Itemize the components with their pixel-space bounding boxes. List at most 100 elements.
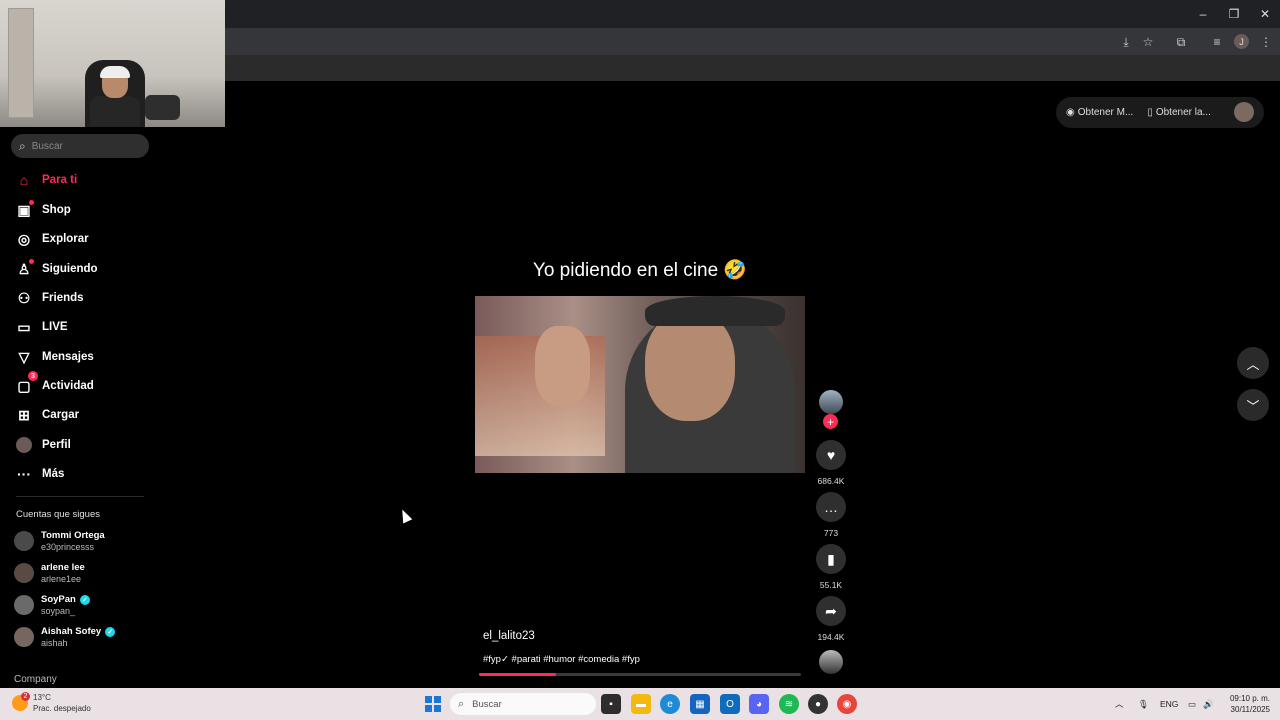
discord-icon[interactable]: ◕ [749, 694, 769, 714]
compass-icon: ◎ [17, 230, 31, 247]
screen: – ❐ ✕ ⤓ ☆ ⧉ ≡ J ⋮ ⌕ ⌂ Para ti ▣ Shop ◎ E… [0, 0, 1280, 720]
nav-label: Perfil [42, 439, 71, 451]
account-name: Tommi Ortega [41, 530, 105, 541]
nav-item-live[interactable]: ▭ LIVE [14, 316, 67, 338]
search-icon: ⌕ [19, 138, 26, 153]
previous-video-button[interactable]: ︿ [1237, 347, 1269, 379]
profile-avatar[interactable] [1234, 102, 1254, 122]
spotify-icon[interactable]: ≋ [779, 694, 799, 714]
save-button[interactable]: ▮ [816, 544, 846, 574]
nav-label: Siguiendo [42, 263, 98, 275]
bookmark-icon: ▮ [827, 550, 835, 567]
company-link[interactable]: Company [14, 674, 57, 685]
nav-item-mas[interactable]: ··· Más [14, 463, 64, 485]
maximize-button[interactable]: ❐ [1219, 0, 1249, 28]
nav-item-perfil[interactable]: Perfil [14, 434, 71, 456]
weather-sun-icon: 2 [12, 692, 30, 711]
outlook-icon[interactable]: O [720, 694, 740, 714]
get-app-button[interactable]: ▯ Obtener la... [1147, 107, 1211, 118]
activity-badge: 3 [28, 371, 38, 381]
video-caption: Yo pidiendo en el cine 🤣 [532, 260, 748, 281]
nav-label: Actividad [42, 380, 94, 392]
network-icon[interactable]: ▭ [1188, 688, 1196, 720]
coin-icon: ◉ [1066, 107, 1075, 118]
share-button[interactable]: ➦ [816, 596, 846, 626]
saves-count: 55.1K [819, 580, 843, 590]
follow-plus-icon[interactable]: + [823, 414, 838, 429]
browser-menu-icon[interactable]: ⋮ [1256, 32, 1276, 52]
nav-label: Shop [42, 204, 71, 216]
minimize-button[interactable]: – [1188, 0, 1218, 28]
store-icon[interactable]: ▦ [690, 694, 710, 714]
weather-widget[interactable]: 2 13°C Prac. despejado [12, 692, 91, 714]
install-app-icon[interactable]: ⤓ [1116, 32, 1136, 52]
video-player[interactable] [475, 296, 805, 473]
following-account[interactable]: Aishah Sofey ✓ aishah [14, 623, 116, 651]
search-box[interactable]: ⌕ [11, 134, 149, 158]
creator-avatar[interactable] [819, 390, 843, 414]
taskbar-search[interactable]: ⌕ Buscar [450, 693, 596, 715]
account-username: arlene1ee [41, 574, 82, 584]
edge-icon[interactable]: e [660, 694, 680, 714]
account-name: Aishah Sofey ✓ [41, 626, 116, 637]
webcam-overlay [0, 0, 225, 127]
microphone-icon[interactable]: 🎙 [1138, 688, 1149, 720]
home-icon: ⌂ [19, 172, 29, 188]
file-explorer-icon[interactable]: ▬ [631, 694, 651, 714]
nav-item-friends[interactable]: ⚇ Friends [14, 287, 84, 309]
search-input[interactable] [31, 140, 132, 152]
language-indicator[interactable]: ENG [1160, 688, 1178, 720]
close-window-button[interactable]: ✕ [1250, 0, 1280, 28]
account-name: arlene lee [41, 562, 85, 573]
upload-icon: ⊞ [18, 406, 30, 423]
volume-icon[interactable]: 🔊 [1203, 688, 1214, 720]
nav-item-para-ti[interactable]: ⌂ Para ti [14, 169, 77, 191]
following-account[interactable]: Tommi Ortega e30princesss [14, 527, 105, 555]
activity-icon: ▢ 3 [14, 371, 38, 395]
video-progress-bar[interactable] [479, 673, 801, 676]
chevron-up-icon: ︿ [1246, 356, 1260, 372]
comment-button[interactable]: … [816, 492, 846, 522]
tray-chevron-icon[interactable]: ︿ [1115, 688, 1124, 720]
comments-count: 773 [823, 528, 839, 538]
bookmark-star-icon[interactable]: ☆ [1138, 32, 1158, 52]
nav-item-siguiendo[interactable]: ♙ Siguiendo [14, 258, 98, 280]
weather-temperature: 13°C [33, 693, 51, 702]
nav-item-actividad[interactable]: ▢ 3 Actividad [14, 371, 94, 397]
extensions-icon[interactable]: ⧉ [1171, 32, 1191, 52]
nav-item-explorar[interactable]: ◎ Explorar [14, 228, 89, 250]
chrome-icon[interactable]: ◉ [837, 694, 857, 714]
account-username: aishah [41, 638, 68, 648]
verified-icon: ✓ [105, 626, 116, 637]
phone-icon: ▯ [1147, 107, 1153, 118]
following-title: Cuentas que sigues [16, 509, 100, 520]
weather-condition: Prac. despejado [33, 704, 91, 713]
nav-label: Para ti [42, 174, 78, 186]
following-account[interactable]: SoyPan ✓ soypan_ [14, 591, 90, 619]
likes-count: 686.4K [817, 476, 845, 486]
heart-icon: ♥ [826, 447, 836, 463]
media-controls-icon[interactable]: ≡ [1207, 32, 1227, 52]
nav-item-shop[interactable]: ▣ Shop [14, 199, 71, 221]
task-view-icon[interactable]: ▪ [601, 694, 621, 714]
video-author[interactable]: el_lalito23 [483, 630, 535, 642]
notification-dot [29, 200, 34, 205]
video-hashtags[interactable]: #fyp✓ #parati #humor #comedia #fyp [483, 654, 640, 665]
avatar [14, 563, 34, 583]
nav-label: Cargar [42, 409, 80, 421]
mouse-cursor [397, 507, 413, 524]
next-video-button[interactable]: ﹀ [1237, 389, 1269, 421]
music-disc-icon[interactable] [819, 650, 843, 674]
get-coins-button[interactable]: ◉ Obtener M... [1066, 107, 1133, 118]
nav-item-cargar[interactable]: ⊞ Cargar [14, 404, 79, 426]
profile-avatar [14, 436, 34, 454]
like-button[interactable]: ♥ [816, 440, 846, 470]
system-clock[interactable]: 09:10 p. m. 30/11/2025 [1226, 693, 1270, 715]
following-account[interactable]: arlene lee arlene1ee [14, 559, 85, 587]
avatar [14, 595, 34, 615]
start-button[interactable] [425, 696, 441, 712]
browser-profile-avatar[interactable]: J [1234, 34, 1249, 49]
nav-item-mensajes[interactable]: ▽ Mensajes [14, 346, 94, 368]
account-username: soypan_ [41, 606, 76, 616]
app-icon[interactable]: ● [808, 694, 828, 714]
